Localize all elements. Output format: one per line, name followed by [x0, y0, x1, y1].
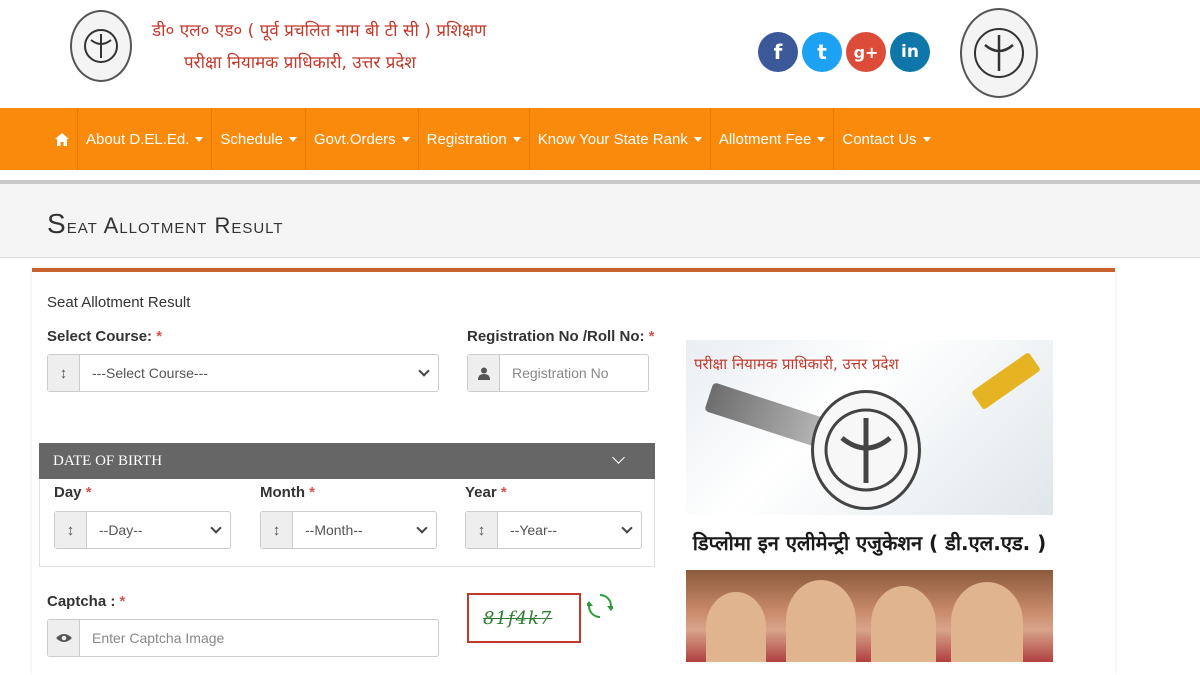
nav-govt-orders-label: Govt.Orders	[313, 130, 396, 148]
nav-contact-label: Contact Us	[842, 130, 917, 148]
chevron-down-icon	[210, 522, 222, 534]
header-subtitle: परीक्षा नियामक प्राधिकारी, उत्तर प्रदेश	[184, 53, 416, 73]
emblem-icon	[974, 28, 1024, 78]
captcha-label-text: Captcha :	[47, 593, 116, 610]
chevron-down-icon	[621, 522, 633, 534]
month-select-value: --Month--	[305, 522, 363, 538]
year-label-text: Year	[465, 484, 497, 501]
sort-icon: ↕	[466, 512, 498, 548]
nav-state-rank-label: Know Your State Rank	[537, 130, 688, 148]
up-emblem-logo-right	[960, 8, 1038, 98]
course-label: Select Course: *	[47, 328, 162, 345]
students-photo	[686, 570, 1053, 662]
captcha-image: 81f4k7	[467, 593, 581, 643]
required-mark: *	[648, 328, 655, 345]
required-mark: *	[156, 328, 163, 345]
caret-down-icon	[817, 136, 826, 142]
user-icon	[468, 355, 500, 391]
student-figure	[786, 580, 856, 662]
day-select[interactable]: ↕ --Day--	[54, 511, 231, 549]
googleplus-icon[interactable]: g+	[846, 32, 886, 72]
course-label-text: Select Course:	[47, 328, 153, 345]
nav-govt-orders[interactable]: Govt.Orders	[306, 108, 419, 170]
regno-input[interactable]: Registration No	[500, 355, 648, 391]
page-title: Seat Allotment Result	[47, 208, 284, 239]
nav-schedule[interactable]: Schedule	[212, 108, 306, 170]
chevron-down-icon	[612, 451, 625, 464]
banner-hindi-title: परीक्षा नियामक प्राधिकारी, उत्तर प्रदेश	[694, 355, 899, 373]
linkedin-icon[interactable]: in	[890, 32, 930, 72]
regno-field[interactable]: Registration No	[467, 354, 649, 392]
year-select-value: --Year--	[510, 522, 557, 538]
emblem-icon	[811, 390, 921, 510]
caret-down-icon	[922, 136, 931, 142]
caret-down-icon	[512, 136, 521, 142]
captcha-field[interactable]: Enter Captcha Image	[47, 619, 439, 657]
nav-registration[interactable]: Registration	[419, 108, 530, 170]
sort-icon: ↕	[261, 512, 293, 548]
dob-header-label: DATE OF BIRTH	[53, 452, 163, 469]
nav-about[interactable]: About D.EL.Ed.	[78, 108, 213, 170]
nav-contact[interactable]: Contact Us	[834, 108, 938, 170]
student-figure	[951, 582, 1023, 662]
day-label-text: Day	[54, 484, 82, 501]
facebook-icon[interactable]: f	[758, 32, 798, 72]
nav-allotment-fee[interactable]: Allotment Fee	[711, 108, 835, 170]
nav-schedule-label: Schedule	[220, 130, 283, 148]
student-figure	[871, 586, 936, 662]
chevron-down-icon	[418, 365, 430, 377]
caret-down-icon	[693, 136, 702, 142]
up-emblem-logo-left[interactable]	[70, 10, 132, 82]
month-label: Month *	[260, 484, 315, 501]
course-select[interactable]: ↕ ---Select Course---	[47, 354, 439, 392]
nav-registration-label: Registration	[426, 130, 507, 148]
nav-state-rank[interactable]: Know Your State Rank	[530, 108, 711, 170]
course-select-value: ---Select Course---	[92, 365, 208, 381]
day-label: Day *	[54, 484, 92, 501]
form-caption: Seat Allotment Result	[47, 294, 191, 311]
refresh-icon[interactable]	[587, 592, 613, 620]
student-figure	[706, 592, 766, 662]
caret-down-icon	[288, 136, 297, 142]
caret-down-icon	[195, 136, 204, 142]
sort-icon: ↕	[55, 512, 87, 548]
dob-section-header[interactable]: DATE OF BIRTH	[39, 443, 655, 479]
chevron-down-icon	[416, 522, 428, 534]
month-label-text: Month	[260, 484, 305, 501]
month-select[interactable]: ↕ --Month--	[260, 511, 437, 549]
required-mark: *	[85, 484, 92, 501]
nav-about-label: About D.EL.Ed.	[86, 130, 190, 148]
required-mark: *	[119, 593, 126, 610]
site-header: डी० एल० एड० ( पूर्व प्रचलित नाम बी टी सी…	[0, 0, 1200, 108]
regno-label: Registration No /Roll No: *	[467, 328, 655, 345]
year-label: Year *	[465, 484, 507, 501]
caret-down-icon	[401, 136, 410, 142]
main-navbar: About D.EL.Ed. Schedule Govt.Orders Regi…	[0, 108, 1200, 170]
header-title: डी० एल० एड० ( पूर्व प्रचलित नाम बी टी सी…	[152, 21, 487, 41]
banner-hindi-strip: डिप्लोमा इन एलीमेन्ट्री एजुकेशन ( डी.एल.…	[686, 515, 1053, 570]
deled-banner-image: परीक्षा नियामक प्राधिकारी, उत्तर प्रदेश …	[686, 340, 1053, 662]
year-select[interactable]: ↕ --Year--	[465, 511, 642, 549]
emblem-icon	[84, 29, 118, 63]
sort-icon: ↕	[48, 355, 80, 391]
twitter-icon[interactable]: t	[802, 32, 842, 72]
required-mark: *	[309, 484, 315, 501]
page-title-band: Seat Allotment Result	[0, 180, 1200, 258]
nav-allotment-fee-label: Allotment Fee	[718, 130, 812, 148]
captcha-label: Captcha : *	[47, 593, 125, 610]
home-icon[interactable]	[46, 108, 78, 170]
captcha-input[interactable]: Enter Captcha Image	[80, 620, 438, 656]
eye-icon	[48, 620, 80, 656]
regno-label-text: Registration No /Roll No:	[467, 328, 645, 345]
required-mark: *	[500, 484, 507, 501]
day-select-value: --Day--	[99, 522, 143, 538]
